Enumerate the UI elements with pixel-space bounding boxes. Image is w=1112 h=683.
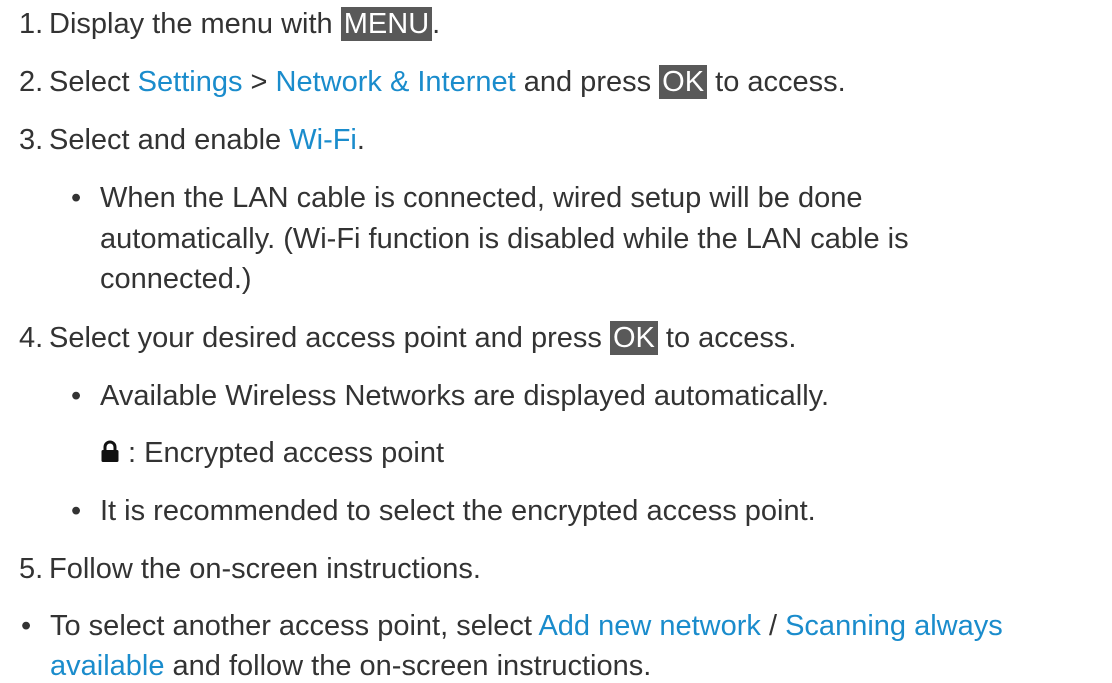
note-separator: / [760, 610, 786, 642]
step-number: 4. [19, 322, 44, 354]
step-text: Select and enable [49, 124, 290, 156]
step-5: 5. Follow the on-screen instructions. [19, 552, 481, 586]
step-4-bullet-1: • Available Wireless Networks are display… [71, 379, 829, 413]
lock-icon [101, 440, 119, 463]
step-text-end: to access. [707, 66, 846, 98]
step-3-bullet-cont: automatically. (Wi-Fi function is disabl… [100, 222, 909, 256]
bullet-dot-icon: • [71, 182, 82, 214]
add-new-network-link[interactable]: Add new network [538, 610, 760, 642]
bullet-text: automatically. (Wi-Fi function is disabl… [100, 223, 909, 255]
scanning-always-available-link[interactable]: Scanning always [785, 610, 1003, 642]
separator: > [242, 66, 276, 98]
step-text: Display the menu with [49, 8, 341, 40]
bullet-dot-icon: • [71, 380, 82, 412]
note-text: To select another access point, select [50, 610, 539, 642]
wifi-link[interactable]: Wi-Fi [289, 124, 357, 156]
step-4: 4. Select your desired access point and p… [19, 321, 797, 355]
lock-legend: : Encrypted access point [100, 436, 444, 470]
note-bullet-cont: available and follow the on-screen instr… [50, 649, 651, 683]
step-3: 3. Select and enable Wi-Fi. [19, 123, 365, 157]
lock-legend-text: : Encrypted access point [120, 437, 444, 469]
step-number: 3. [19, 124, 44, 156]
step-number: 2. [19, 66, 44, 98]
step-text-mid: and press [515, 66, 660, 98]
step-text-end: . [432, 8, 441, 40]
settings-link[interactable]: Settings [138, 66, 243, 98]
bullet-text: connected.) [100, 263, 252, 295]
step-number: 1. [19, 8, 44, 40]
step-3-bullet: • When the LAN cable is connected, wired … [71, 181, 863, 215]
step-text: Follow the on-screen instructions. [49, 553, 481, 585]
step-2: 2. Select Settings > Network & Internet a… [19, 65, 846, 99]
network-internet-link[interactable]: Network & Internet [276, 66, 516, 98]
note-bullet: • To select another access point, select … [21, 609, 1003, 643]
bullet-text: It is recommended to select the encrypte… [100, 495, 816, 527]
bullet-dot-icon: • [21, 610, 32, 642]
note-text-end: and follow the on-screen instructions. [164, 650, 652, 682]
step-text-end: to access. [657, 322, 797, 354]
scanning-always-available-link-cont[interactable]: available [50, 650, 164, 682]
step-text: Select [49, 66, 138, 98]
step-3-bullet-cont: connected.) [100, 262, 252, 296]
step-number: 5. [19, 553, 44, 585]
menu-key: MENU [340, 7, 433, 41]
step-text: Select your desired access point and pre… [49, 322, 610, 354]
ok-key: OK [659, 65, 708, 99]
bullet-text: When the LAN cable is connected, wired s… [100, 182, 863, 214]
bullet-text: Available Wireless Networks are displaye… [100, 380, 830, 412]
step-text-end: . [356, 124, 365, 156]
step-1: 1. Display the menu with MENU. [19, 7, 440, 41]
bullet-dot-icon: • [71, 495, 82, 527]
step-4-bullet-2: • It is recommended to select the encrypt… [71, 494, 816, 528]
ok-key: OK [609, 321, 658, 355]
